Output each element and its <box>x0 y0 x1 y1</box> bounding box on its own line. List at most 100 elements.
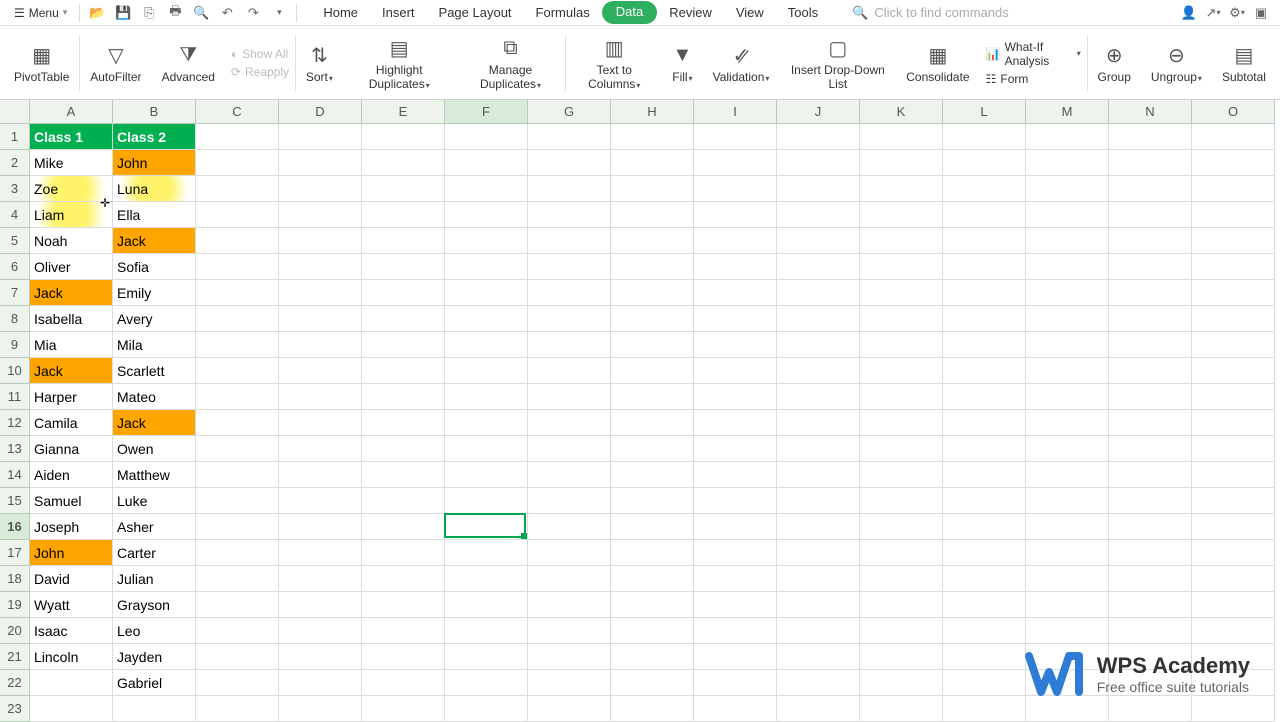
cell-F17[interactable] <box>445 540 528 566</box>
cell-K8[interactable] <box>860 306 943 332</box>
cell-F8[interactable] <box>445 306 528 332</box>
row-header-21[interactable]: 21 <box>0 644 30 670</box>
cell-I16[interactable] <box>694 514 777 540</box>
fill-button[interactable]: ▼ Fill▾ <box>662 26 702 99</box>
cell-M14[interactable] <box>1026 462 1109 488</box>
cell-A11[interactable]: Harper <box>30 384 113 410</box>
cell-N13[interactable] <box>1109 436 1192 462</box>
cell-G15[interactable] <box>528 488 611 514</box>
cell-N9[interactable] <box>1109 332 1192 358</box>
cell-D19[interactable] <box>279 592 362 618</box>
tab-tools[interactable]: Tools <box>776 1 830 24</box>
row-header-10[interactable]: 10 <box>0 358 30 384</box>
tab-review[interactable]: Review <box>657 1 724 24</box>
cell-K10[interactable] <box>860 358 943 384</box>
cell-I1[interactable] <box>694 124 777 150</box>
user-icon[interactable]: 👤 <box>1178 2 1200 24</box>
column-header-B[interactable]: B <box>113 100 196 124</box>
cell-B22[interactable]: Gabriel <box>113 670 196 696</box>
cell-K16[interactable] <box>860 514 943 540</box>
row-header-12[interactable]: 12 <box>0 410 30 436</box>
cell-F7[interactable] <box>445 280 528 306</box>
cell-I2[interactable] <box>694 150 777 176</box>
cell-D23[interactable] <box>279 696 362 722</box>
cell-F2[interactable] <box>445 150 528 176</box>
cell-B1[interactable]: Class 2 <box>113 124 196 150</box>
cell-C2[interactable] <box>196 150 279 176</box>
cell-C10[interactable] <box>196 358 279 384</box>
cell-C17[interactable] <box>196 540 279 566</box>
row-header-3[interactable]: 3 <box>0 176 30 202</box>
row-header-9[interactable]: 9 <box>0 332 30 358</box>
cell-J19[interactable] <box>777 592 860 618</box>
cell-O11[interactable] <box>1192 384 1275 410</box>
cell-B9[interactable]: Mila <box>113 332 196 358</box>
column-header-I[interactable]: I <box>694 100 777 124</box>
cell-G21[interactable] <box>528 644 611 670</box>
cell-G10[interactable] <box>528 358 611 384</box>
cell-O4[interactable] <box>1192 202 1275 228</box>
cell-A7[interactable]: Jack <box>30 280 113 306</box>
cell-H8[interactable] <box>611 306 694 332</box>
cell-I18[interactable] <box>694 566 777 592</box>
cell-N11[interactable] <box>1109 384 1192 410</box>
column-header-C[interactable]: C <box>196 100 279 124</box>
cell-B15[interactable]: Luke <box>113 488 196 514</box>
cell-B19[interactable]: Grayson <box>113 592 196 618</box>
cell-G8[interactable] <box>528 306 611 332</box>
cell-N20[interactable] <box>1109 618 1192 644</box>
cell-L2[interactable] <box>943 150 1026 176</box>
cell-D9[interactable] <box>279 332 362 358</box>
cell-K9[interactable] <box>860 332 943 358</box>
row-header-4[interactable]: 4 <box>0 202 30 228</box>
cell-J1[interactable] <box>777 124 860 150</box>
cell-A13[interactable]: Gianna <box>30 436 113 462</box>
cell-I19[interactable] <box>694 592 777 618</box>
cell-K5[interactable] <box>860 228 943 254</box>
cell-E14[interactable] <box>362 462 445 488</box>
cell-B18[interactable]: Julian <box>113 566 196 592</box>
cell-C11[interactable] <box>196 384 279 410</box>
cell-E21[interactable] <box>362 644 445 670</box>
cell-J10[interactable] <box>777 358 860 384</box>
reapply-button[interactable]: ⟳Reapply <box>231 65 289 79</box>
cell-K14[interactable] <box>860 462 943 488</box>
settings-icon[interactable]: ⚙▾ <box>1226 2 1248 24</box>
cell-F20[interactable] <box>445 618 528 644</box>
cell-B5[interactable]: Jack <box>113 228 196 254</box>
cell-F11[interactable] <box>445 384 528 410</box>
highlight-duplicates-button[interactable]: ▤ Highlight Duplicates▾ <box>343 26 456 99</box>
menu-button[interactable]: ☰ Menu ▾ <box>8 4 73 22</box>
cell-O18[interactable] <box>1192 566 1275 592</box>
cell-A23[interactable] <box>30 696 113 722</box>
cell-H14[interactable] <box>611 462 694 488</box>
cell-G13[interactable] <box>528 436 611 462</box>
cell-K20[interactable] <box>860 618 943 644</box>
cell-L16[interactable] <box>943 514 1026 540</box>
cell-K22[interactable] <box>860 670 943 696</box>
cell-K11[interactable] <box>860 384 943 410</box>
cell-G18[interactable] <box>528 566 611 592</box>
cell-K7[interactable] <box>860 280 943 306</box>
cell-D10[interactable] <box>279 358 362 384</box>
cell-D14[interactable] <box>279 462 362 488</box>
cell-L4[interactable] <box>943 202 1026 228</box>
column-header-A[interactable]: A <box>30 100 113 124</box>
print-icon[interactable]: 🖶 <box>164 2 186 24</box>
cell-E13[interactable] <box>362 436 445 462</box>
cell-C22[interactable] <box>196 670 279 696</box>
cell-F22[interactable] <box>445 670 528 696</box>
cell-E1[interactable] <box>362 124 445 150</box>
cell-H3[interactable] <box>611 176 694 202</box>
tab-home[interactable]: Home <box>311 1 370 24</box>
cell-A1[interactable]: Class 1 <box>30 124 113 150</box>
cell-J17[interactable] <box>777 540 860 566</box>
row-header-19[interactable]: 19 <box>0 592 30 618</box>
cell-H9[interactable] <box>611 332 694 358</box>
cell-D7[interactable] <box>279 280 362 306</box>
cell-J15[interactable] <box>777 488 860 514</box>
cell-A15[interactable]: Samuel <box>30 488 113 514</box>
row-header-14[interactable]: 14 <box>0 462 30 488</box>
cell-K17[interactable] <box>860 540 943 566</box>
cell-F13[interactable] <box>445 436 528 462</box>
